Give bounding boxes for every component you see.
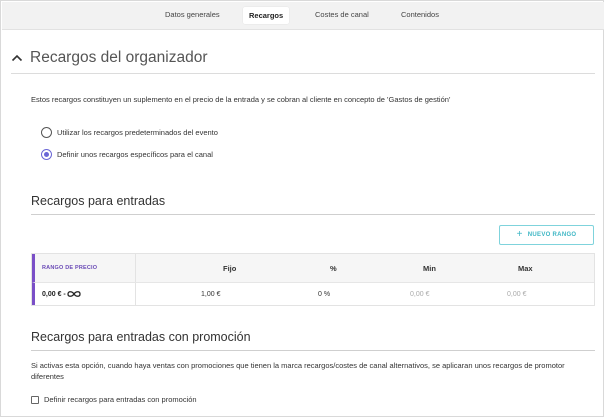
promo-description: Si activas esta opción, cuando haya vent… (31, 361, 565, 381)
promo-checkbox-label: Definir recargos para entradas con promo… (44, 395, 197, 404)
tab-datos-generales[interactable]: Datos generales (165, 10, 220, 19)
radio-specific-label: Definir unos recargos específicos para e… (57, 149, 213, 159)
promo-divider (31, 350, 595, 351)
cell-percent: 0 % (318, 290, 331, 298)
cell-fixed: 1,00 € (201, 290, 221, 298)
promo-checkbox-row[interactable]: Definir recargos para entradas con promo… (31, 395, 197, 404)
tickets-heading: Recargos para entradas (31, 194, 166, 208)
new-range-label: NUEVO RANGO (527, 232, 577, 238)
col-max: Max (518, 263, 533, 273)
radio-option-specific[interactable]: Definir unos recargos específicos para e… (41, 148, 213, 160)
col-divider (135, 254, 136, 282)
plus-icon: + (516, 229, 523, 240)
chevron-up-icon[interactable] (11, 52, 23, 64)
col-price-range: RANGO DE PRECIO (42, 265, 98, 271)
tickets-divider (31, 214, 595, 215)
promo-heading: Recargos para entradas con promoción (31, 330, 251, 344)
table-header: RANGO DE PRECIO Fijo % Min Max (32, 254, 594, 282)
infinity-icon (67, 291, 81, 297)
tab-contenidos[interactable]: Contenidos (401, 10, 439, 19)
new-range-button[interactable]: + NUEVO RANGO (499, 225, 594, 245)
cell-min: 0,00 € (410, 290, 430, 298)
row-divider (135, 283, 136, 305)
section-title: Recargos del organizador (30, 49, 208, 66)
col-min: Min (423, 263, 436, 273)
radio-default-icon[interactable] (41, 126, 52, 138)
col-fixed: Fijo (223, 263, 237, 273)
surcharges-table: RANGO DE PRECIO Fijo % Min Max 0,00 € - … (31, 253, 595, 306)
promo-checkbox[interactable] (31, 395, 39, 404)
section-header: Recargos del organizador (11, 48, 595, 74)
tab-recargos[interactable]: Recargos (243, 7, 290, 24)
cell-range-text: 0,00 € - (42, 290, 66, 298)
radio-default-label: Utilizar los recargos predeterminados de… (57, 127, 218, 137)
radio-option-default[interactable]: Utilizar los recargos predeterminados de… (41, 126, 218, 138)
tab-bar: Datos generales Recargos Costes de canal… (2, 2, 604, 30)
tab-costes-de-canal[interactable]: Costes de canal (315, 10, 369, 19)
col-percent: % (330, 263, 337, 273)
table-row[interactable]: 0,00 € - 1,00 € 0 % 0,00 € 0,00 € (32, 282, 594, 305)
cell-range: 0,00 € - (42, 283, 81, 305)
radio-specific-icon[interactable] (41, 148, 52, 160)
page-frame: Datos generales Recargos Costes de canal… (0, 0, 604, 417)
cell-max: 0,00 € (507, 290, 527, 298)
section-description: Estos recargos constituyen un suplemento… (31, 95, 451, 104)
